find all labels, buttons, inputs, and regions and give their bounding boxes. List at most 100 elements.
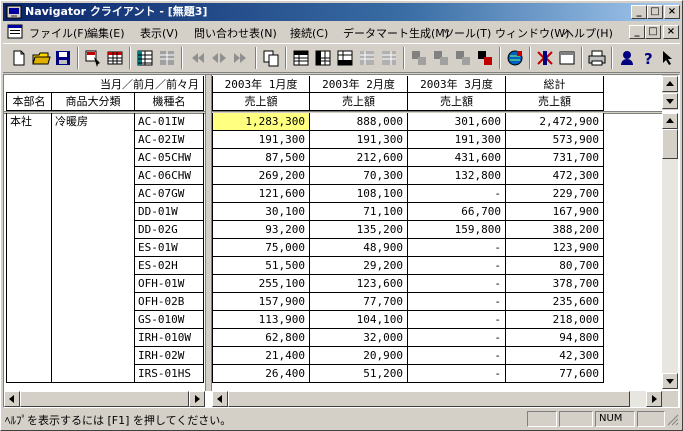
menu-help[interactable]: ヘルプ(H) <box>563 25 613 41</box>
value-cell[interactable]: - <box>408 293 506 311</box>
right-scroll-right-button[interactable] <box>646 391 662 407</box>
right-scroll-thumb[interactable] <box>228 391 630 407</box>
value-cell[interactable]: 104,100 <box>310 311 408 329</box>
value-cell[interactable]: 229,700 <box>506 185 604 203</box>
column-period-header[interactable]: 2003年 1月度 <box>212 76 310 93</box>
model-name-cell[interactable]: IRH-010W <box>135 329 204 347</box>
column-measure-header[interactable]: 売上額 <box>212 93 310 111</box>
column-period-header[interactable]: 総計 <box>506 76 604 93</box>
value-cell[interactable]: 93,200 <box>212 221 310 239</box>
print-icon[interactable] <box>587 48 607 68</box>
prev-next-icon[interactable] <box>209 48 229 68</box>
menu-window[interactable]: ウィンドウ(W) <box>495 25 569 41</box>
document-icon[interactable] <box>7 24 23 39</box>
scroll-down-button[interactable] <box>662 373 678 389</box>
value-cell[interactable]: 235,600 <box>506 293 604 311</box>
right-scroll-left-button[interactable] <box>212 391 228 407</box>
datamart-icon[interactable] <box>535 48 555 68</box>
value-cell[interactable]: 123,900 <box>506 239 604 257</box>
model-name-cell[interactable]: AC-06CHW <box>135 167 204 185</box>
value-cell[interactable]: 113,900 <box>212 311 310 329</box>
model-name-cell[interactable]: IRH-02W <box>135 347 204 365</box>
close-button[interactable]: × <box>664 5 680 19</box>
value-cell[interactable]: 573,900 <box>506 131 604 149</box>
value-cell[interactable]: 388,200 <box>506 221 604 239</box>
value-cell[interactable]: 29,200 <box>310 257 408 275</box>
drill-1-icon[interactable] <box>409 48 429 68</box>
pivot-5-icon[interactable] <box>379 48 399 68</box>
grid-red-icon[interactable] <box>105 48 125 68</box>
column-measure-header[interactable]: 売上額 <box>408 93 506 111</box>
column-measure-header[interactable]: 売上額 <box>506 93 604 111</box>
model-name-cell[interactable]: AC-07GW <box>135 185 204 203</box>
menu-edit[interactable]: 編集(E) <box>87 25 125 41</box>
value-cell[interactable]: 66,700 <box>408 203 506 221</box>
value-cell[interactable]: - <box>408 365 506 383</box>
model-name-cell[interactable]: AC-02IW <box>135 131 204 149</box>
new-file-icon[interactable] <box>9 48 29 68</box>
value-cell[interactable]: 191,300 <box>212 131 310 149</box>
maximize-button[interactable]: □ <box>647 5 663 19</box>
drill-2-icon[interactable] <box>431 48 451 68</box>
first-icon[interactable] <box>187 48 207 68</box>
vertical-scroll-thumb[interactable] <box>662 129 678 159</box>
user-icon[interactable] <box>617 48 637 68</box>
model-name-cell[interactable]: ES-01W <box>135 239 204 257</box>
value-cell[interactable]: - <box>408 239 506 257</box>
drill-red-icon[interactable] <box>475 48 495 68</box>
model-name-cell[interactable]: DD-01W <box>135 203 204 221</box>
save-icon[interactable] <box>53 48 73 68</box>
value-cell[interactable]: 30,100 <box>212 203 310 221</box>
pivot-1-icon[interactable] <box>291 48 311 68</box>
value-cell[interactable]: - <box>408 185 506 203</box>
value-cell[interactable]: 269,200 <box>212 167 310 185</box>
value-cell[interactable]: 80,700 <box>506 257 604 275</box>
row-header-0[interactable]: 本部名 <box>6 93 52 111</box>
left-scroll-left-button[interactable] <box>4 391 20 407</box>
context-help-icon[interactable] <box>659 48 679 68</box>
left-scroll-right-button[interactable] <box>189 391 205 407</box>
value-cell[interactable]: 75,000 <box>212 239 310 257</box>
value-cell[interactable]: 157,900 <box>212 293 310 311</box>
value-cell[interactable]: 378,700 <box>506 275 604 293</box>
value-cell[interactable]: - <box>408 329 506 347</box>
value-cell[interactable]: 135,200 <box>310 221 408 239</box>
value-cell[interactable]: 51,200 <box>310 365 408 383</box>
value-cell[interactable]: 121,600 <box>212 185 310 203</box>
value-cell[interactable]: - <box>408 257 506 275</box>
title-bar[interactable]: Navigator クライアント - [無題3] _ □ × <box>3 3 680 21</box>
value-cell[interactable]: 20,900 <box>310 347 408 365</box>
value-cell[interactable]: 87,500 <box>212 149 310 167</box>
model-name-cell[interactable]: GS-010W <box>135 311 204 329</box>
last-icon[interactable] <box>231 48 251 68</box>
row-header-1[interactable]: 商品大分類 <box>52 93 135 111</box>
selected-value-cell[interactable]: 1,283,300 <box>212 113 310 131</box>
value-cell[interactable]: 301,600 <box>408 113 506 131</box>
help-icon[interactable]: ? <box>639 48 659 68</box>
value-cell[interactable]: 255,100 <box>212 275 310 293</box>
model-name-cell[interactable]: OFH-01W <box>135 275 204 293</box>
table-disabled-icon[interactable] <box>157 48 177 68</box>
value-cell[interactable]: 42,300 <box>506 347 604 365</box>
value-cell[interactable]: 212,600 <box>310 149 408 167</box>
value-cell[interactable]: 431,600 <box>408 149 506 167</box>
model-name-cell[interactable]: DD-02G <box>135 221 204 239</box>
row-header-2[interactable]: 機種名 <box>135 93 204 111</box>
menu-connect[interactable]: 接続(C) <box>290 25 328 41</box>
mdi-restore-button[interactable]: □ <box>645 25 661 39</box>
menu-datamart[interactable]: データマート生成(M) <box>343 25 449 41</box>
minimize-button[interactable]: _ <box>631 5 647 19</box>
value-cell[interactable]: 191,300 <box>310 131 408 149</box>
value-cell[interactable]: 21,400 <box>212 347 310 365</box>
value-cell[interactable]: 132,800 <box>408 167 506 185</box>
model-name-cell[interactable]: ES-02H <box>135 257 204 275</box>
left-scroll-thumb[interactable] <box>20 391 189 407</box>
model-name-cell[interactable]: IRS-01HS <box>135 365 204 383</box>
column-period-header[interactable]: 2003年 3月度 <box>408 76 506 93</box>
copy-icon[interactable] <box>261 48 281 68</box>
value-cell[interactable]: 32,000 <box>310 329 408 347</box>
scroll-up-button[interactable] <box>662 113 678 129</box>
model-name-cell[interactable]: AC-01IW <box>135 113 204 131</box>
model-name-cell[interactable]: OFH-02B <box>135 293 204 311</box>
mdi-close-button[interactable]: × <box>663 25 679 39</box>
